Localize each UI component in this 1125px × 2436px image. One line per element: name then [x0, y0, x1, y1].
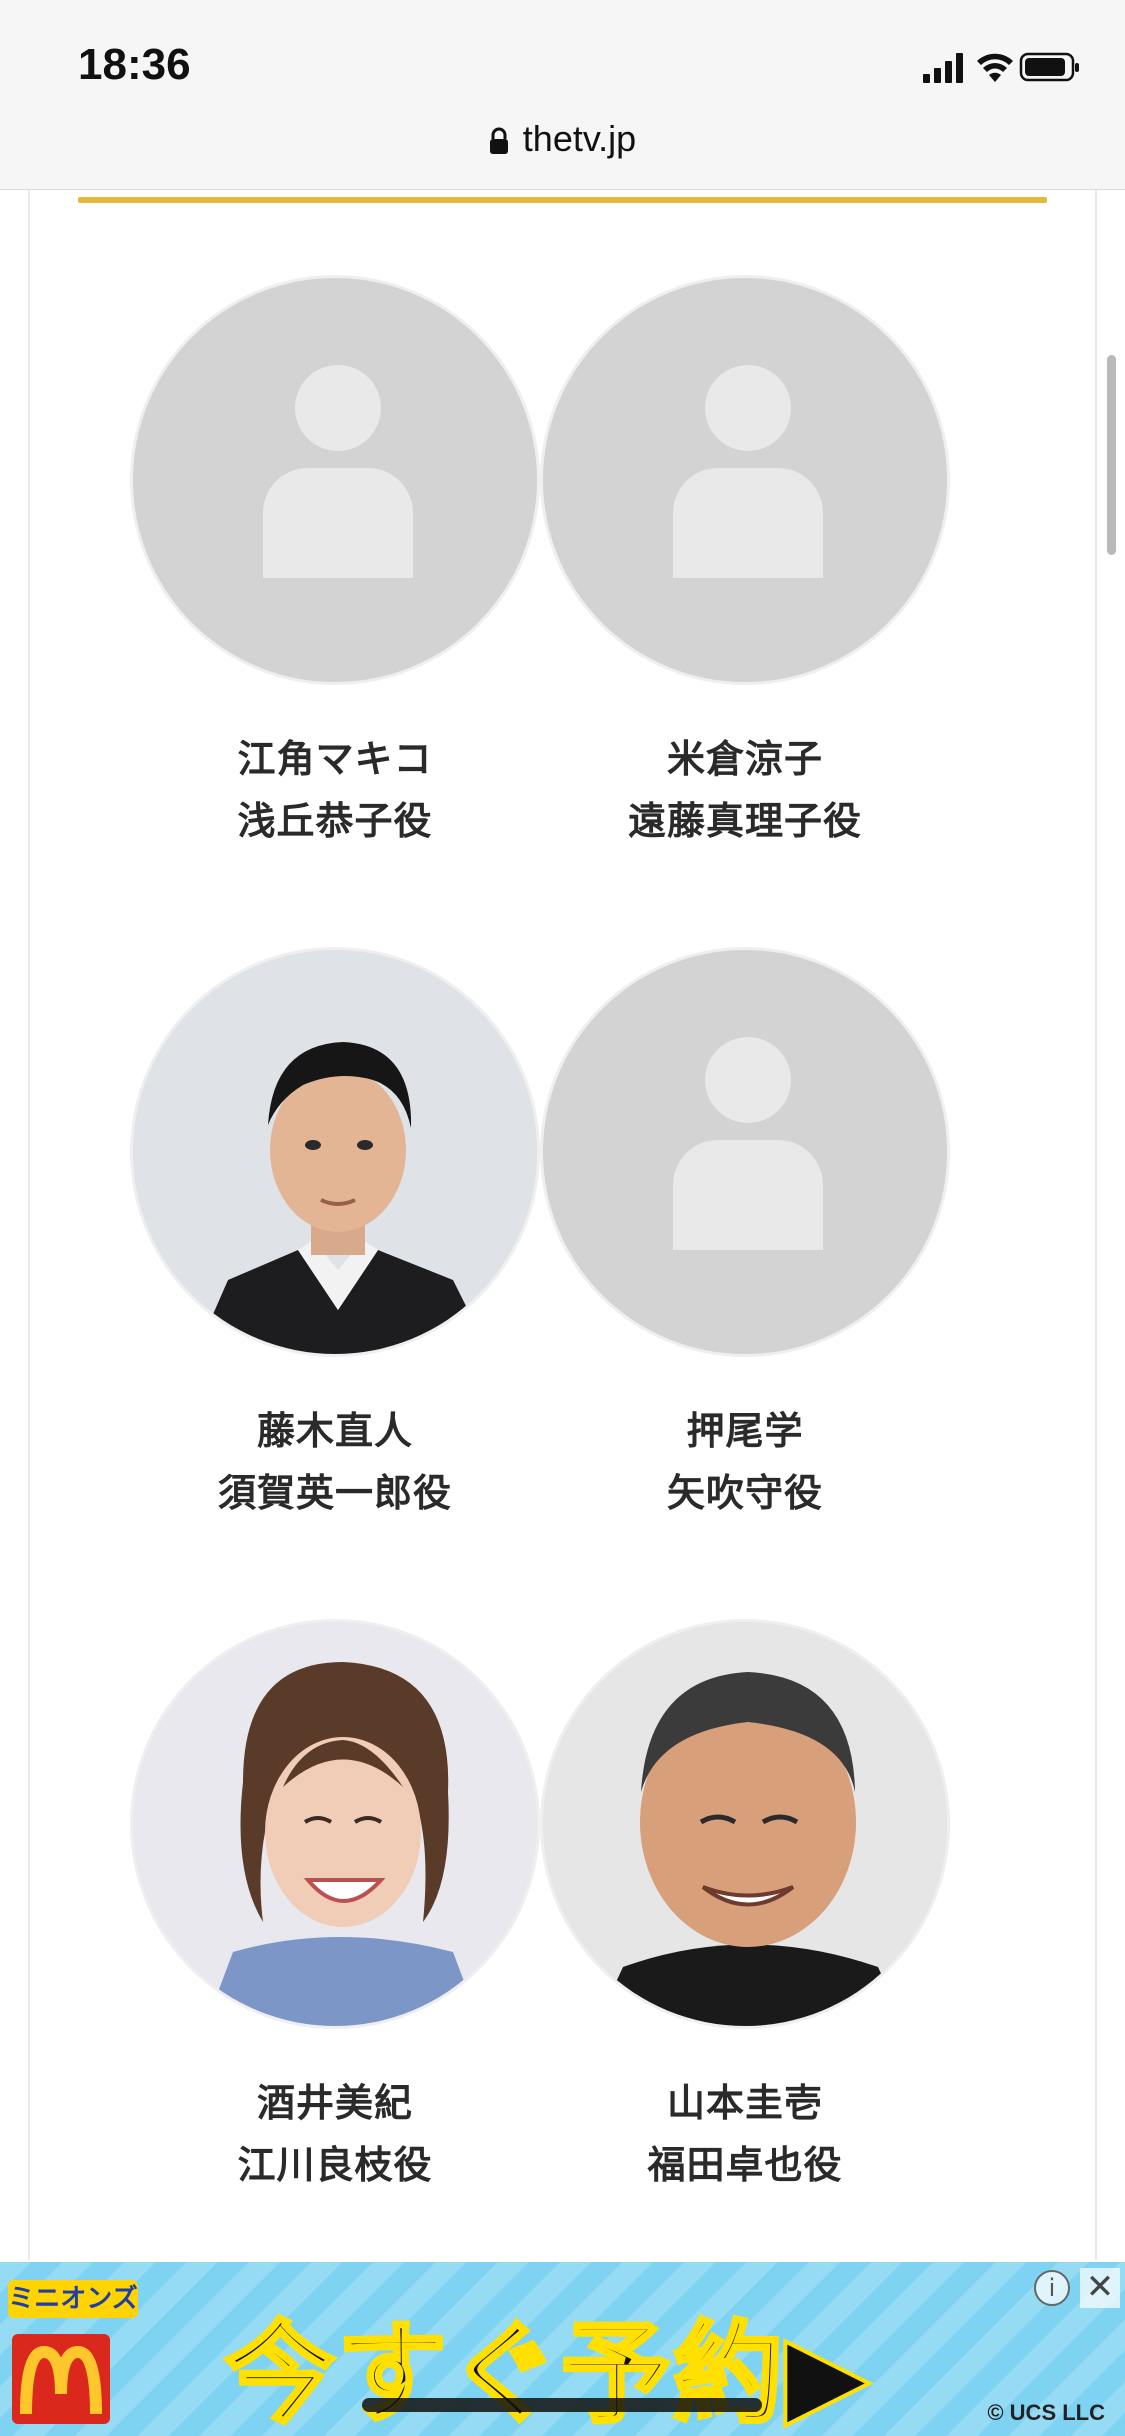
cast-role: 須賀英一郎役	[217, 1471, 452, 1515]
ad-brand-label: ミニオンズ	[8, 2280, 138, 2318]
ad-copyright: © UCS LLC	[987, 2400, 1105, 2425]
lock-icon	[489, 122, 509, 164]
cast-card[interactable]: 藤木直人 須賀英一郎役	[80, 947, 540, 1619]
cast-role: 江川良枝役	[237, 2143, 433, 2187]
home-indicator[interactable]	[362, 2398, 762, 2412]
section-divider	[78, 197, 1047, 203]
scrollbar-thumb[interactable]	[1107, 355, 1116, 555]
cast-card[interactable]: 江角マキコ 浅丘恭子役	[80, 275, 540, 947]
cast-photo	[130, 947, 540, 1357]
cast-photo-placeholder	[540, 275, 950, 685]
url-text: thetv.jp	[522, 118, 637, 159]
smiling-woman-photo	[133, 1622, 537, 2026]
ad-close-icon[interactable]: ✕	[1080, 2268, 1120, 2308]
cast-photo	[540, 1619, 950, 2029]
person-placeholder-icon	[263, 365, 413, 578]
cast-card[interactable]: 米倉涼子 遠藤真理子役	[540, 275, 1000, 947]
browser-top-bar: 18:36 thetv.jp	[0, 0, 1125, 190]
cast-name: 米倉涼子	[666, 737, 823, 781]
person-placeholder-icon	[673, 1037, 823, 1250]
cast-name: 藤木直人	[256, 1409, 413, 1453]
cast-role: 矢吹守役	[666, 1471, 823, 1515]
smiling-man-photo	[543, 1622, 947, 2026]
cast-photo-placeholder	[540, 947, 950, 1357]
page-border-right	[1095, 190, 1097, 2260]
man-in-suit-photo	[133, 950, 537, 1354]
person-placeholder-icon	[673, 365, 823, 578]
status-time: 18:36	[78, 40, 191, 89]
cast-card[interactable]: 山本圭壱 福田卓也役	[540, 1619, 1000, 2291]
cast-grid: 江角マキコ 浅丘恭子役 米倉涼子 遠藤真理子役 藤木直人 須賀英一郎役 押尾学 …	[80, 275, 1045, 2291]
cast-card[interactable]: 酒井美紀 江川良枝役	[80, 1619, 540, 2291]
cast-name: 押尾学	[686, 1409, 804, 1453]
cast-name: 酒井美紀	[256, 2081, 413, 2125]
ad-info-icon[interactable]: i	[1034, 2270, 1070, 2306]
wifi-icon	[977, 53, 1013, 82]
status-icons	[923, 50, 1083, 90]
battery-icon	[1019, 52, 1079, 82]
url-bar[interactable]: thetv.jp	[0, 118, 1125, 164]
cast-role: 遠藤真理子役	[627, 799, 862, 843]
signal-icon	[923, 53, 963, 83]
cast-name: 江角マキコ	[237, 737, 433, 781]
cast-role: 福田卓也役	[647, 2143, 843, 2187]
cast-card[interactable]: 押尾学 矢吹守役	[540, 947, 1000, 1619]
ad-cta-text[interactable]: 今すぐ予約▶	[223, 2284, 872, 2436]
cast-name: 山本圭壱	[666, 2081, 823, 2125]
cast-role: 浅丘恭子役	[237, 799, 433, 843]
cast-photo	[130, 1619, 540, 2029]
page-border-left	[28, 190, 30, 2260]
ad-logo-icon	[12, 2334, 110, 2424]
cast-photo-placeholder	[130, 275, 540, 685]
